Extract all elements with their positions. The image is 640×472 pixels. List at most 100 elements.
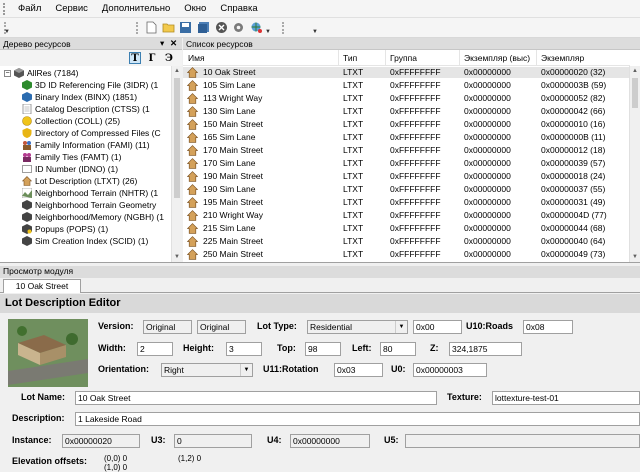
version-field-b[interactable]: Original [197, 320, 246, 334]
left-field[interactable]: 80 [380, 342, 416, 356]
toolbar-grip-2[interactable] [136, 22, 140, 34]
column-group[interactable]: Группа [390, 53, 417, 63]
tree-item-nhtr[interactable]: Neighborhood Terrain (NHTR) (1 [22, 187, 158, 199]
collapse-icon[interactable]: − [4, 69, 11, 77]
tree-item-famt[interactable]: Family Ties (FAMT) (1) [22, 151, 121, 163]
tab-10-oak-street[interactable]: 10 Oak Street [3, 279, 81, 293]
scroll-up-icon[interactable]: ▲ [630, 66, 640, 76]
u5-field[interactable] [405, 434, 640, 448]
tree-item-nhtg[interactable]: Neighborhood Terrain Geometry [22, 199, 156, 211]
house-icon [187, 145, 198, 156]
toolbar-overflow-icon-2[interactable]: ▼ [312, 29, 318, 35]
view-instance-button[interactable]: Э [163, 52, 175, 64]
scroll-down-icon[interactable]: ▼ [630, 252, 640, 262]
menu-advanced[interactable]: Дополнительно [95, 3, 177, 14]
table-row[interactable]: 170 Sim Lane LTXT 0xFFFFFFFF 0x00000000 0x00… [183, 158, 630, 169]
tree-item-binx[interactable]: Binary Index (BINX) (1851) [22, 91, 137, 103]
scroll-down-icon[interactable]: ▼ [172, 252, 182, 262]
rotation-field[interactable]: 0x03 [334, 363, 383, 377]
tree-scrollbar[interactable]: ▲ ▼ [171, 66, 182, 262]
open-button[interactable] [161, 20, 175, 34]
top-field[interactable]: 98 [305, 342, 341, 356]
u4-field[interactable]: 0x00000000 [290, 434, 370, 448]
table-row[interactable]: 170 Main Street LTXT 0xFFFFFFFF 0x00000000 0… [183, 145, 630, 156]
tree-item-clst[interactable]: Directory of Compressed Files (C [22, 127, 161, 139]
menu-window[interactable]: Окно [177, 3, 213, 14]
save-button[interactable] [178, 20, 192, 34]
settings-button[interactable] [231, 20, 245, 34]
scroll-up-icon[interactable]: ▲ [172, 66, 182, 76]
table-row[interactable]: 150 Main Street LTXT 0xFFFFFFFF 0x00000000 0… [183, 119, 630, 130]
list-scroll-thumb[interactable] [632, 78, 638, 108]
pin-icon[interactable]: ▾ [160, 38, 164, 49]
view-group-button[interactable]: Г [146, 52, 158, 64]
table-row[interactable]: 190 Sim Lane LTXT 0xFFFFFFFF 0x00000000 0x00… [183, 184, 630, 195]
table-row[interactable]: 190 Main Street LTXT 0xFFFFFFFF 0x00000000 0… [183, 171, 630, 182]
u10-roads-field[interactable]: 0x08 [523, 320, 573, 334]
table-row[interactable]: 113 Wright Way LTXT 0xFFFFFFFF 0x00000000 0x… [183, 93, 630, 104]
column-instance-high[interactable]: Экземпляр (выс) [464, 53, 530, 63]
row-instance: 0x0000003B (59) [541, 80, 607, 90]
table-row[interactable]: 215 Sim Lane LTXT 0xFFFFFFFF 0x00000000 0x00… [183, 223, 630, 234]
u3-field[interactable]: 0 [174, 434, 252, 448]
menu-file[interactable]: Файл [11, 3, 48, 14]
search-button[interactable] [249, 20, 263, 34]
menu-help[interactable]: Справка [213, 3, 264, 14]
height-field[interactable]: 3 [226, 342, 262, 356]
instance-field[interactable]: 0x00000020 [62, 434, 140, 448]
row-group: 0xFFFFFFFF [390, 93, 441, 103]
z-field[interactable]: 324,1875 [449, 342, 522, 356]
tree-item-pops[interactable]: Popups (POPS) (1) [22, 223, 108, 235]
menu-service[interactable]: Сервис [48, 3, 95, 14]
save-all-icon [197, 21, 209, 33]
tree-scroll-thumb[interactable] [174, 78, 180, 198]
orientation-value: Right [164, 365, 184, 375]
table-row[interactable]: 105 Sim Lane LTXT 0xFFFFFFFF 0x00000000 0x00… [183, 80, 630, 91]
toolbar-dropdown-icon[interactable]: ▼ [265, 29, 271, 35]
lot-name-label: Lot Name: [21, 392, 66, 402]
texture-field[interactable]: lottexture-test-01 [492, 391, 640, 405]
chevron-down-icon[interactable]: ▼ [395, 321, 407, 333]
close-panel-icon[interactable]: ✕ [170, 38, 177, 49]
house-icon [187, 93, 198, 104]
width-field[interactable]: 2 [137, 342, 173, 356]
column-instance[interactable]: Экземпляр [541, 53, 584, 63]
tree-item-label: Neighborhood/Memory (NGBH) (1 [35, 212, 164, 222]
view-type-button[interactable]: T [129, 52, 141, 64]
new-file-button[interactable] [144, 20, 158, 34]
tree-item-ltxt[interactable]: Lot Description (LTXT) (26) [22, 175, 137, 187]
tree-item-coll[interactable]: Collection (COLL) (25) [22, 115, 120, 127]
lot-name-field[interactable]: 10 Oak Street [75, 391, 437, 405]
save-all-button[interactable] [196, 20, 210, 34]
column-name[interactable]: Имя [188, 53, 205, 63]
table-row[interactable]: 10 Oak Street LTXT 0xFFFFFFFF 0x00000000 0x0… [183, 67, 630, 78]
u0-field[interactable]: 0x00000003 [413, 363, 487, 377]
tree-item-fami[interactable]: Family Information (FAMI) (11) [22, 139, 150, 151]
tree-item-ctss[interactable]: Catalog Description (CTSS) (1 [22, 103, 150, 115]
lot-type-hex-field[interactable]: 0x00 [413, 320, 462, 334]
orientation-select[interactable]: Right ▼ [161, 363, 253, 377]
menu-grip[interactable] [3, 2, 9, 15]
table-row[interactable]: 195 Main Street LTXT 0xFFFFFFFF 0x00000000 0… [183, 197, 630, 208]
table-row[interactable]: 225 Main Street LTXT 0xFFFFFFFF 0x00000000 0… [183, 236, 630, 247]
toolbar-grip-3[interactable] [282, 22, 286, 34]
toolbar: ▼ ▼ ▼ [0, 18, 640, 38]
table-row[interactable]: 210 Wright Way LTXT 0xFFFFFFFF 0x00000000 0x… [183, 210, 630, 221]
chevron-down-icon[interactable]: ▼ [240, 364, 252, 376]
table-row[interactable]: 165 Sim Lane LTXT 0xFFFFFFFF 0x00000000 0x00… [183, 132, 630, 143]
row-name: 170 Main Street [203, 145, 264, 155]
tree-root[interactable]: − AllRes (7184) [4, 67, 79, 79]
tree-item-scid[interactable]: Sim Creation Index (SCID) (1) [22, 235, 148, 247]
close-button[interactable] [214, 20, 228, 34]
tree-item-ngbh[interactable]: Neighborhood/Memory (NGBH) (1 [22, 211, 164, 223]
description-field[interactable]: 1 Lakeside Road [75, 412, 640, 426]
column-type[interactable]: Тип [343, 53, 357, 63]
table-row[interactable]: 130 Sim Lane LTXT 0xFFFFFFFF 0x00000000 0x00… [183, 106, 630, 117]
table-row[interactable]: 250 Main Street LTXT 0xFFFFFFFF 0x00000000 0… [183, 249, 630, 260]
lot-type-select[interactable]: Residential ▼ [307, 320, 408, 334]
tree-item-3idr[interactable]: 3D ID Referencing File (3IDR) (1 [22, 79, 158, 91]
list-scrollbar[interactable]: ▲ ▼ [629, 66, 640, 262]
version-field-a[interactable]: Original [143, 320, 192, 334]
toolbar-overflow-icon[interactable]: ▼ [4, 29, 10, 35]
tree-item-idno[interactable]: ID Number (IDNO) (1) [22, 163, 118, 175]
